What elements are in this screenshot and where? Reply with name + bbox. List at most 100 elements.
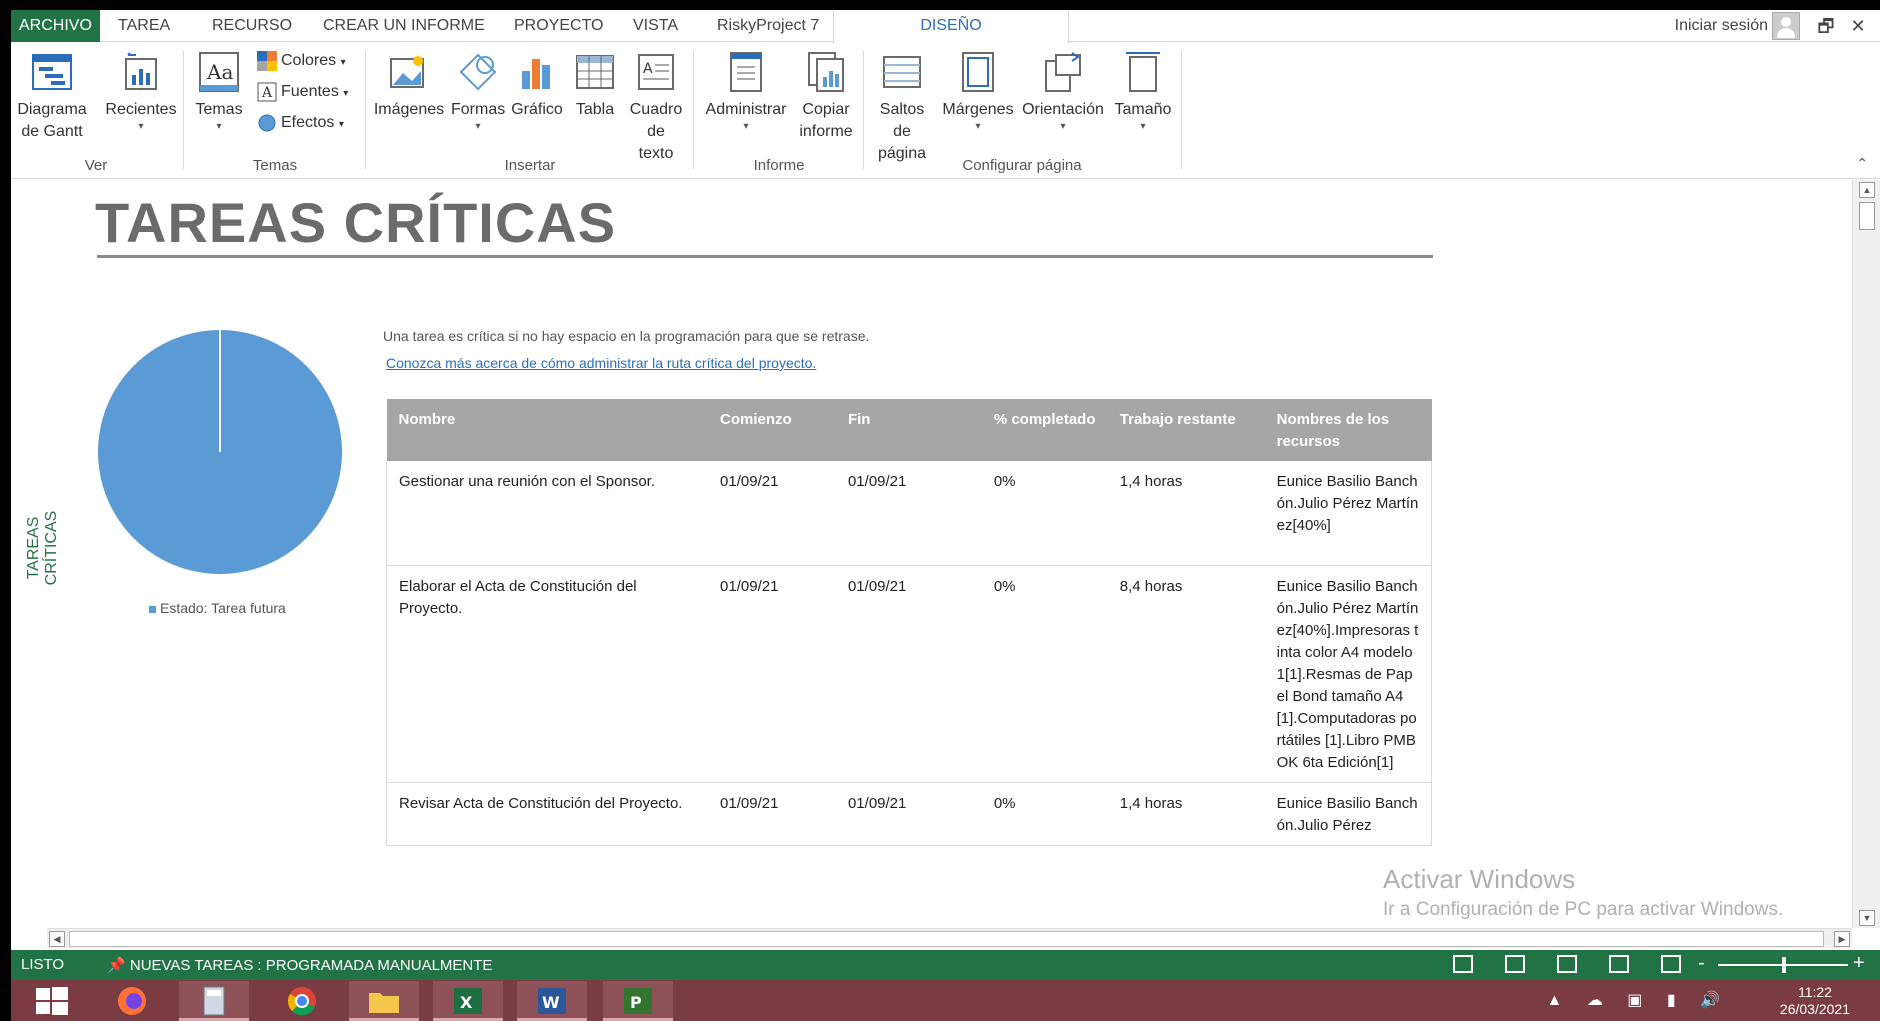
column-header-name: Nombre bbox=[386, 399, 709, 461]
status-bar: LISTO 📌 NUEVAS TAREAS : PROGRAMADA MANUA… bbox=[11, 950, 1880, 980]
taskbar-excel[interactable]: X bbox=[433, 981, 503, 1021]
tab-report[interactable]: CREAR UN INFORME bbox=[315, 10, 493, 42]
table-row[interactable]: Revisar Acta de Constitución del Proyect… bbox=[386, 782, 1432, 846]
view-team-planner-icon[interactable] bbox=[1557, 955, 1577, 973]
view-gantt-icon[interactable] bbox=[1453, 955, 1473, 973]
tab-design[interactable]: DISEÑO bbox=[833, 10, 1069, 43]
fonts-button[interactable]: A Fuentes ▾ bbox=[257, 80, 348, 106]
firefox-icon bbox=[118, 987, 146, 1015]
colors-icon bbox=[257, 50, 277, 71]
orientation-icon bbox=[1042, 51, 1084, 93]
chevron-down-icon: ▾ bbox=[343, 88, 349, 99]
textbox-button[interactable]: A Cuadro de texto bbox=[625, 51, 687, 165]
margins-button[interactable]: Márgenes ▾ bbox=[941, 51, 1015, 133]
task-remaining-work: 1,4 horas bbox=[1107, 461, 1265, 566]
collapse-ribbon-icon[interactable]: ⌃ bbox=[1856, 155, 1868, 172]
taskbar-calculator[interactable] bbox=[179, 981, 249, 1021]
column-header-start: Comienzo bbox=[708, 399, 836, 461]
table-row[interactable]: Gestionar una reunión con el Sponsor. 01… bbox=[386, 461, 1432, 566]
new-tasks-mode-label: NUEVAS TAREAS : PROGRAMADA MANUALMENTE bbox=[129, 957, 493, 974]
tab-view[interactable]: VISTA bbox=[625, 10, 686, 42]
view-resource-sheet-icon[interactable] bbox=[1609, 955, 1629, 973]
recent-button[interactable]: Recientes ▾ bbox=[105, 51, 177, 133]
report-title: TAREAS CRÍTICAS bbox=[95, 191, 617, 254]
effects-button[interactable]: Efectos ▾ bbox=[257, 111, 344, 137]
margins-icon bbox=[957, 51, 999, 93]
tab-file[interactable]: ARCHIVO bbox=[11, 10, 100, 42]
horizontal-scrollbar[interactable]: ◀ ▶ bbox=[47, 928, 1852, 948]
manage-button[interactable]: Administrar ▾ bbox=[699, 51, 793, 133]
gantt-chart-label: Diagrama de Gantt bbox=[17, 101, 87, 140]
zoom-slider-thumb[interactable] bbox=[1782, 957, 1786, 973]
taskbar-clock[interactable]: 11:22 26/03/2021 bbox=[1780, 984, 1850, 1018]
shapes-icon bbox=[457, 51, 499, 93]
excel-icon: X bbox=[454, 988, 482, 1014]
copy-report-button[interactable]: Copiar informe bbox=[795, 51, 857, 143]
recent-chart-icon bbox=[120, 51, 162, 93]
taskbar-firefox[interactable] bbox=[97, 981, 167, 1021]
bar-chart-icon bbox=[516, 51, 558, 93]
tab-riskyproject[interactable]: RiskyProject 7 bbox=[709, 10, 827, 42]
chevron-down-icon: ▾ bbox=[1060, 121, 1066, 132]
chevron-down-icon: ▾ bbox=[1140, 121, 1146, 132]
windows-logo-icon bbox=[36, 987, 68, 1015]
scroll-thumb[interactable] bbox=[1859, 202, 1875, 230]
scroll-up-icon[interactable]: ▲ bbox=[1859, 182, 1875, 198]
table-button[interactable]: Tabla bbox=[569, 51, 621, 121]
table-row[interactable]: Elaborar el Acta de Constitución del Pro… bbox=[386, 565, 1432, 783]
task-resources: Eunice Basilio Banchón.Julio Pérez Martí… bbox=[1264, 461, 1432, 566]
status-pie-chart[interactable] bbox=[96, 328, 346, 578]
project-window: ARCHIVO TAREA RECURSO CREAR UN INFORME P… bbox=[11, 10, 1880, 1021]
critical-tasks-table[interactable]: Nombre Comienzo Fin % completado Trabajo… bbox=[386, 399, 1432, 846]
chart-button[interactable]: Gráfico bbox=[509, 51, 565, 121]
clock-date: 26/03/2021 bbox=[1779, 1001, 1850, 1017]
group-label-report: Informe bbox=[753, 157, 805, 174]
new-tasks-mode[interactable]: 📌 NUEVAS TAREAS : PROGRAMADA MANUALMENTE bbox=[107, 956, 492, 974]
themes-button[interactable]: Aa Temas ▾ bbox=[189, 51, 249, 133]
system-tray-icons[interactable]: ▲ ☁ ▣ ▮ 🔊 bbox=[1547, 990, 1730, 1010]
colors-button[interactable]: Colores ▾ bbox=[257, 49, 346, 75]
close-icon[interactable]: ✕ bbox=[1844, 10, 1872, 42]
scroll-right-icon[interactable]: ▶ bbox=[1834, 931, 1850, 947]
group-label-themes: Temas bbox=[252, 157, 298, 174]
task-name: Elaborar el Acta de Constitución del Pro… bbox=[386, 565, 709, 783]
tab-project[interactable]: PROYECTO bbox=[506, 10, 612, 42]
scroll-down-icon[interactable]: ▼ bbox=[1859, 910, 1875, 926]
taskbar-word[interactable]: W bbox=[517, 981, 587, 1021]
zoom-out-icon[interactable]: - bbox=[1698, 952, 1705, 975]
gantt-chart-button[interactable]: Diagrama de Gantt bbox=[15, 51, 89, 143]
vertical-scrollbar[interactable]: ▲ ▼ bbox=[1852, 180, 1880, 928]
user-avatar-icon[interactable] bbox=[1772, 12, 1800, 40]
view-report-icon[interactable] bbox=[1661, 955, 1681, 973]
group-separator bbox=[365, 51, 366, 169]
images-button[interactable]: Imágenes bbox=[371, 51, 447, 121]
size-button[interactable]: Tamaño ▾ bbox=[1111, 51, 1175, 133]
taskbar-project[interactable]: P bbox=[603, 981, 673, 1021]
svg-text:P: P bbox=[630, 993, 642, 1012]
zoom-in-icon[interactable]: + bbox=[1853, 952, 1865, 975]
taskbar-chrome[interactable] bbox=[267, 981, 337, 1021]
view-task-usage-icon[interactable] bbox=[1505, 955, 1525, 973]
taskbar-file-explorer[interactable] bbox=[349, 981, 419, 1021]
task-percent: 0% bbox=[981, 565, 1108, 783]
tab-task[interactable]: TAREA bbox=[110, 10, 178, 42]
critical-path-link[interactable]: Conozca más acerca de cómo administrar l… bbox=[386, 355, 816, 371]
restore-icon[interactable]: 🗗 bbox=[1812, 10, 1840, 42]
colors-label: Colores bbox=[281, 52, 337, 69]
scroll-left-icon[interactable]: ◀ bbox=[49, 931, 65, 947]
start-button[interactable] bbox=[17, 981, 87, 1021]
side-label: TAREAS CRÍTICAS bbox=[25, 510, 60, 586]
task-start: 01/09/21 bbox=[708, 565, 836, 783]
column-header-percent: % completado bbox=[981, 399, 1108, 461]
watermark-title: Activar Windows bbox=[1383, 864, 1576, 894]
signin-link[interactable]: Iniciar sesión bbox=[1675, 10, 1768, 42]
page-breaks-button[interactable]: Saltos de página bbox=[867, 51, 937, 165]
scroll-thumb[interactable] bbox=[69, 931, 1824, 947]
svg-text:A: A bbox=[643, 61, 653, 77]
tab-resource[interactable]: RECURSO bbox=[204, 10, 300, 42]
critical-description: Una tarea es crítica si no hay espacio e… bbox=[383, 328, 870, 344]
shapes-button[interactable]: Formas ▾ bbox=[451, 51, 505, 133]
svg-text:X: X bbox=[460, 993, 473, 1012]
orientation-button[interactable]: Orientación ▾ bbox=[1019, 51, 1107, 133]
table-label: Tabla bbox=[575, 101, 615, 118]
